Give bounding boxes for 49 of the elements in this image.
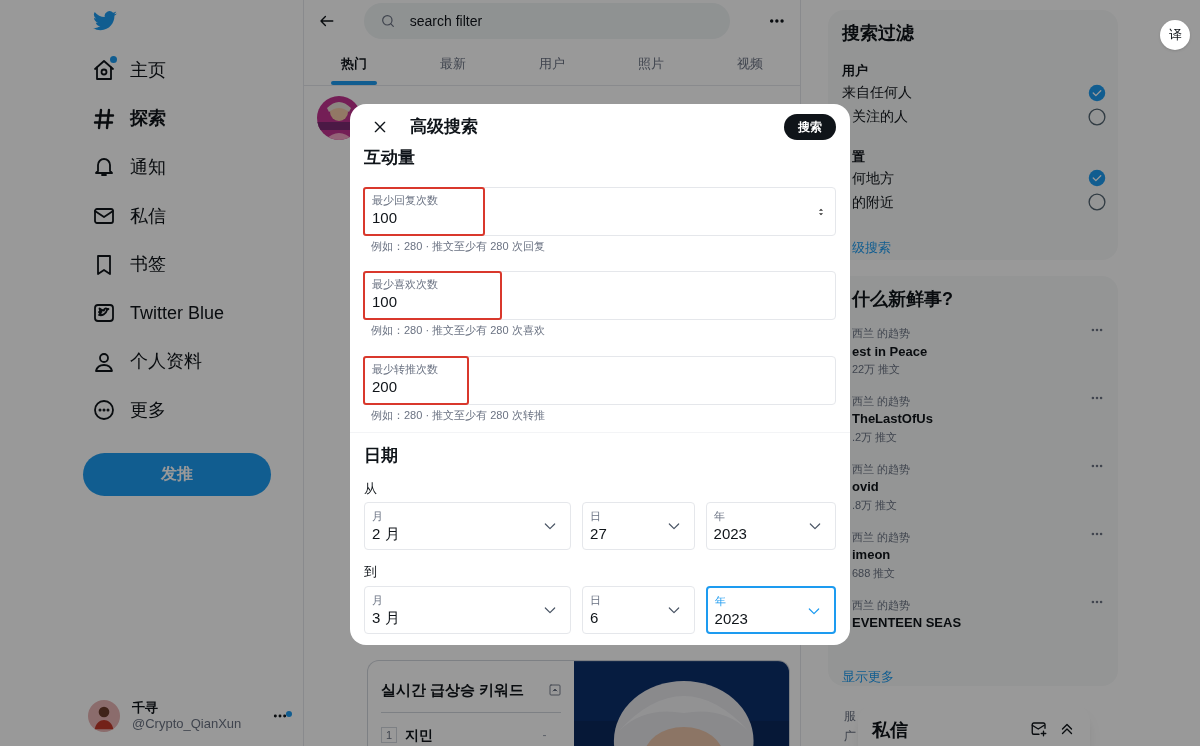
option-label: 何地方 <box>852 168 894 188</box>
number-field[interactable]: 最少回复次数 100 <box>364 186 836 236</box>
range-label: 从 <box>364 479 378 498</box>
group-heading: 置 <box>851 147 866 166</box>
nav-item[interactable]: 更多 <box>130 396 166 424</box>
keyword: 지민 <box>405 725 433 745</box>
news-card[interactable]: 실시간 급상승 키워드 1 지민 - <box>367 660 790 746</box>
search-tab[interactable]: 用户 <box>539 54 565 74</box>
search-tab[interactable]: 热门 <box>340 54 367 74</box>
nav-item[interactable]: 书签 <box>130 251 166 279</box>
search-tab[interactable]: 照片 <box>638 54 665 74</box>
option-label: 来自任何人 <box>842 83 912 102</box>
field-hint: 例如：280 · 推文至少有 280 次回复 <box>370 238 546 254</box>
messages-dock[interactable]: 私信 <box>858 705 1090 746</box>
search-tab[interactable]: 最新 <box>439 54 466 74</box>
search-field[interactable]: search filter <box>363 3 731 40</box>
account-handle: @Crypto_QianXun <box>132 715 242 732</box>
date-select[interactable]: 日 27 <box>582 502 695 550</box>
range-label: 到 <box>364 563 378 581</box>
field-hint: 例如：280 · 推文至少有 280 次转推 <box>370 407 546 423</box>
field-hint: 例如：280 · 推文至少有 280 次喜欢 <box>370 323 546 338</box>
nav-item[interactable]: 主页 <box>130 56 166 84</box>
panel-title: 搜索过滤 <box>841 22 915 45</box>
nav-item[interactable]: Twitter Blue <box>130 299 225 327</box>
card-title: 실시간 급상승 키워드 <box>381 680 525 700</box>
section-heading: 互动量 <box>364 147 416 169</box>
date-select[interactable]: 年 2023 <box>705 585 836 634</box>
option-label: 的附近 <box>852 192 894 212</box>
change-mark: - <box>542 727 547 744</box>
rank-number: 1 <box>381 727 397 743</box>
section-heading: 日期 <box>364 445 399 467</box>
account-name: 千寻 <box>132 699 159 716</box>
nav-item[interactable]: 通知 <box>130 154 166 181</box>
panel-title: 什么新鲜事? <box>850 288 954 311</box>
date-select[interactable]: 月 3 月 <box>364 585 572 634</box>
search-button[interactable]: 搜索 <box>784 114 836 140</box>
dialog-title: 高级搜索 <box>410 116 478 139</box>
translate-button[interactable]: 译 <box>1160 20 1190 50</box>
date-select[interactable]: 年 2023 <box>705 502 836 550</box>
search-tab[interactable]: 视频 <box>737 54 764 74</box>
date-select[interactable]: 日 6 <box>582 585 695 634</box>
nav-item[interactable]: 个人资料 <box>130 348 202 376</box>
group-heading: 用户 <box>841 62 869 80</box>
nav-item[interactable]: 探索 <box>130 105 166 133</box>
number-field[interactable]: 最少转推次数 200 <box>364 355 836 405</box>
number-field[interactable]: 最少喜欢次数 100 <box>364 271 836 320</box>
option-label: 关注的人 <box>852 107 908 126</box>
nav-item[interactable]: 私信 <box>130 202 166 230</box>
date-select[interactable]: 月 2 月 <box>364 502 572 550</box>
